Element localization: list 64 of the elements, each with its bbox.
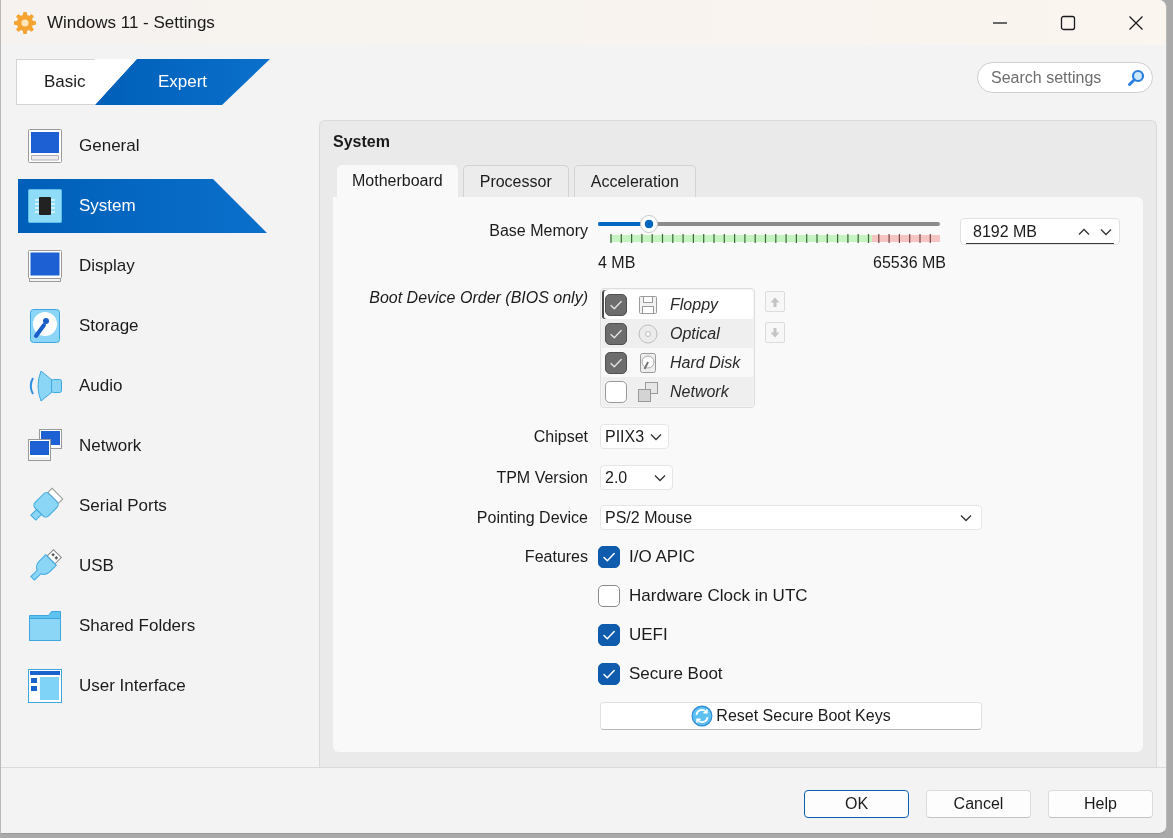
checkbox-label[interactable]: Secure Boot <box>629 664 723 684</box>
sidebar-item[interactable]: User Interface <box>18 659 267 713</box>
tab[interactable]: Processor <box>462 165 569 197</box>
search-field[interactable]: Search settings <box>977 62 1153 93</box>
range-label: 4 MB <box>598 253 636 273</box>
field-label: Base Memory <box>489 221 588 241</box>
sidebar-item[interactable]: Display <box>18 239 267 293</box>
sidebar-item[interactable]: USB <box>18 539 267 593</box>
sidebar-item[interactable]: System <box>18 179 267 233</box>
checkbox-label[interactable]: UEFI <box>629 625 668 645</box>
close-icon[interactable] <box>1128 14 1144 31</box>
field-label: Chipset <box>533 427 588 447</box>
stacked-screens-icon <box>637 380 659 403</box>
mode-tab[interactable]: Expert <box>95 59 270 105</box>
checkbox[interactable] <box>598 663 620 685</box>
dropdown[interactable]: PS/2 Mouse <box>600 505 982 530</box>
field-label: TPM Version <box>496 468 588 488</box>
chevron-down-icon <box>650 432 662 441</box>
arrow-down-icon <box>769 326 781 339</box>
sidebar-item[interactable]: Network <box>18 419 267 473</box>
gear-icon <box>13 10 37 35</box>
disc-icon <box>637 322 659 345</box>
search-icon <box>1127 68 1145 87</box>
dropdown[interactable]: PIIX3 <box>600 424 669 449</box>
checkbox-label[interactable]: Hardware Clock in UTC <box>629 586 808 606</box>
reset-keys-button[interactable]: Reset Secure Boot Keys <box>600 702 982 730</box>
tab[interactable]: Motherboard <box>337 165 458 197</box>
checkbox[interactable] <box>598 546 620 568</box>
section-title: System <box>333 132 390 152</box>
chevron-down-icon <box>960 513 972 522</box>
mode-tab[interactable]: Basic <box>16 59 95 105</box>
check-icon <box>602 550 616 564</box>
sidebar-item[interactable]: Audio <box>18 359 267 413</box>
memory-spinbox[interactable]: 8192 MB <box>960 218 1120 245</box>
range-label: 65536 MB <box>873 253 946 273</box>
checkbox-label[interactable]: I/O APIC <box>629 547 696 567</box>
window-layout-icon <box>26 667 64 705</box>
sidebar-item[interactable]: Shared Folders <box>18 599 267 653</box>
check-icon <box>602 667 616 681</box>
maximize-icon[interactable] <box>1060 14 1076 31</box>
sidebar-item[interactable]: Storage <box>18 299 267 353</box>
computer-icon <box>26 127 64 165</box>
chip-icon <box>26 187 64 225</box>
arrow-up-icon <box>769 295 781 308</box>
field-label: Features <box>524 547 588 567</box>
dialog-button[interactable]: OK <box>804 790 909 818</box>
chevron-down-icon[interactable] <box>1099 227 1113 236</box>
slider-thumb[interactable] <box>640 215 659 233</box>
field-label: Boot Device Order (BIOS only) <box>369 288 588 308</box>
chevron-down-icon <box>654 473 666 482</box>
checkbox[interactable] <box>598 585 620 607</box>
check-icon <box>602 628 616 642</box>
field-label: Pointing Device <box>476 508 588 528</box>
sidebar-item[interactable]: Serial Ports <box>18 479 267 533</box>
chevron-up-icon[interactable] <box>1077 227 1091 236</box>
window-title: Windows 11 - Settings <box>47 12 215 33</box>
tab[interactable]: Acceleration <box>573 165 696 197</box>
refresh-icon <box>691 705 714 727</box>
checkbox[interactable] <box>598 624 620 646</box>
monitor-icon <box>26 247 64 285</box>
dropdown[interactable]: 2.0 <box>600 465 673 490</box>
dialog-button[interactable]: Cancel <box>926 790 1031 818</box>
sidebar-item[interactable]: General <box>18 119 267 173</box>
dialog-button[interactable]: Help <box>1048 790 1153 818</box>
